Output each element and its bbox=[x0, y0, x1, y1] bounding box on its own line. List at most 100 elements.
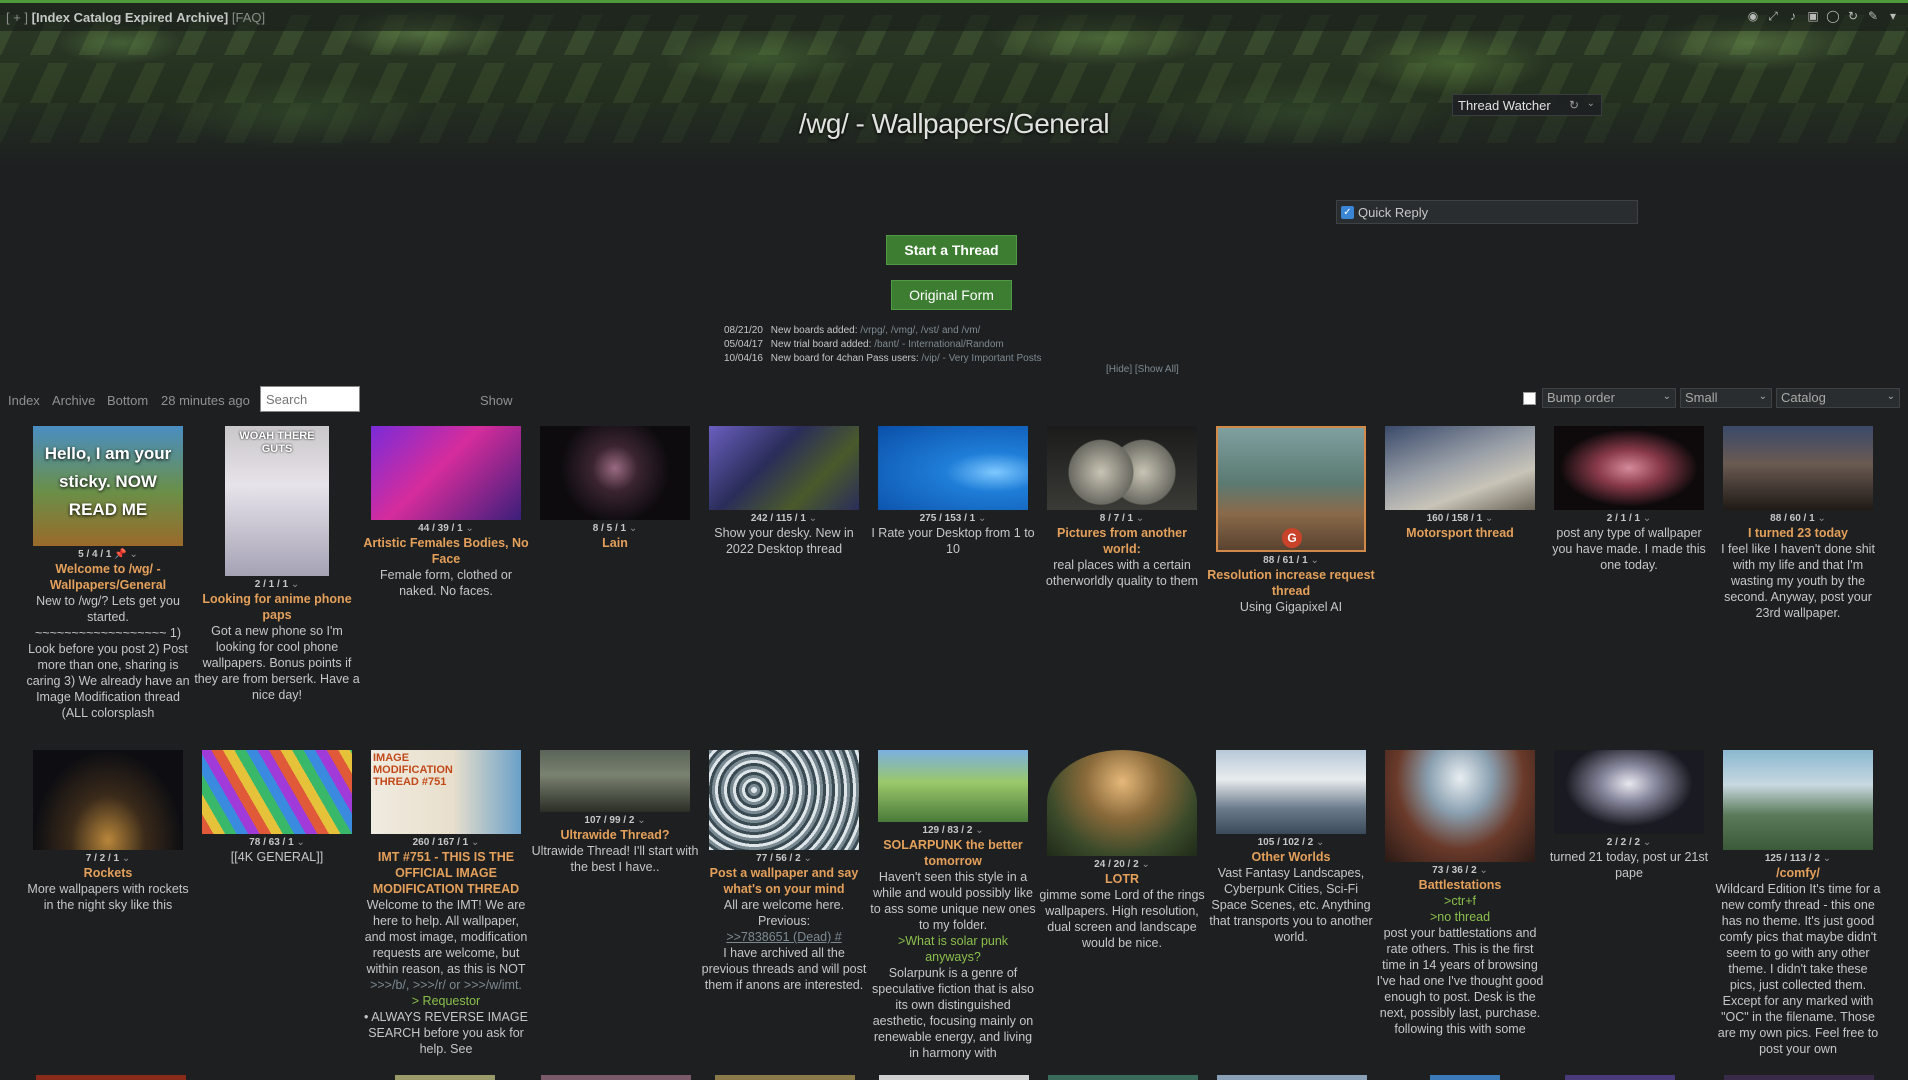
news-links[interactable]: /vip/ - Very Important Posts bbox=[921, 353, 1041, 364]
nav-catalog-link[interactable]: Catalog bbox=[74, 10, 122, 25]
chevron-down-icon[interactable]: ⌄ bbox=[1316, 837, 1324, 848]
thread-thumbnail[interactable] bbox=[1723, 426, 1873, 510]
thread-thumbnail[interactable] bbox=[541, 1075, 691, 1080]
news-links[interactable]: /vrpg/, /vmg/, /vst/ and /vm/ bbox=[860, 325, 980, 336]
news-hide-link[interactable]: [Hide] bbox=[1106, 364, 1132, 375]
search-input[interactable] bbox=[260, 386, 360, 412]
expand-icon[interactable]: ⤢ bbox=[1766, 9, 1780, 23]
chevron-down-icon[interactable]: ⌄ bbox=[291, 579, 299, 590]
thread-thumbnail[interactable] bbox=[1554, 426, 1704, 510]
chevron-down-icon[interactable]: ⌄ bbox=[122, 853, 130, 864]
catalog-thread[interactable]: 88 / 60 / 1 ⌄ I turned 23 today I feel l… bbox=[1714, 426, 1882, 621]
catalog-thread[interactable]: 2 / 1 / 1 ⌄ post any type of wallpaper y… bbox=[1545, 426, 1713, 573]
mute-icon[interactable]: ♪ bbox=[1786, 9, 1800, 23]
catalog-thread[interactable]: WOAH THERE GUTS 2 / 1 / 1 ⌄ Looking for … bbox=[193, 426, 361, 703]
catalog-thread[interactable]: 125 / 113 / 2 ⌄ /comfy/ Wildcard Edition… bbox=[1714, 750, 1882, 1057]
nav-plus[interactable]: [ + ] bbox=[6, 10, 28, 25]
nav-archive-link[interactable]: Archive] bbox=[176, 10, 228, 25]
chevron-down-icon[interactable]: ⌄ bbox=[978, 513, 986, 524]
thread-thumbnail[interactable] bbox=[709, 750, 859, 850]
thread-thumbnail[interactable] bbox=[878, 426, 1028, 510]
thread-thumbnail[interactable] bbox=[1385, 426, 1535, 510]
catalog-thread[interactable]: 160 / 158 / 1 ⌄ Motorsport thread bbox=[1376, 426, 1544, 541]
nav-expired-link[interactable]: Expired bbox=[125, 10, 173, 25]
chevron-down-icon[interactable]: ⌄ bbox=[637, 815, 645, 826]
refresh-icon[interactable]: ↻ bbox=[1846, 9, 1860, 23]
catalog-thread[interactable]: 242 / 115 / 1 ⌄ Show your desky. New in … bbox=[700, 426, 868, 557]
thread-thumbnail[interactable] bbox=[1554, 750, 1704, 834]
image-icon[interactable]: ▣ bbox=[1806, 9, 1820, 23]
chat-icon[interactable]: ◯ bbox=[1826, 9, 1840, 23]
catalog-thread[interactable]: 129 / 83 / 2 ⌄ SOLARPUNK the better tomo… bbox=[869, 750, 1037, 1061]
catalog-thread[interactable]: G 88 / 61 / 1 ⌄ Resolution increase requ… bbox=[1207, 426, 1375, 615]
thread-thumbnail[interactable] bbox=[36, 1075, 186, 1080]
catalog-thread[interactable]: 2 / 2 / 2 ⌄ turned 21 today, post ur 21s… bbox=[1545, 750, 1713, 881]
thread-thumbnail[interactable] bbox=[1048, 1075, 1198, 1080]
nav-faq-link[interactable]: [FAQ] bbox=[232, 10, 265, 25]
image-size-select[interactable]: Small ⌄ bbox=[1680, 388, 1772, 408]
thread-thumbnail[interactable] bbox=[1565, 1075, 1675, 1080]
thread-thumbnail[interactable] bbox=[1723, 750, 1873, 850]
chevron-down-icon[interactable]: ⌄ bbox=[471, 837, 479, 848]
toolbar-checkbox[interactable] bbox=[1523, 391, 1536, 405]
thread-thumbnail[interactable] bbox=[715, 1075, 855, 1080]
toolbar-show-link[interactable]: Show bbox=[480, 393, 513, 408]
chevron-down-icon[interactable]: ⌄ bbox=[1485, 513, 1493, 524]
thread-thumbnail[interactable] bbox=[1047, 426, 1197, 510]
thread-thumbnail[interactable] bbox=[1430, 1075, 1500, 1080]
thread-thumbnail[interactable] bbox=[540, 750, 690, 812]
thread-thumbnail[interactable] bbox=[1216, 750, 1366, 834]
wrench-icon[interactable]: ✎ bbox=[1866, 9, 1880, 23]
chevron-down-icon[interactable]: ⌄ bbox=[129, 549, 137, 560]
chevron-down-icon[interactable]: ⌄ bbox=[1141, 859, 1149, 870]
chevron-down-icon[interactable]: ⌄ bbox=[1643, 837, 1651, 848]
thread-thumbnail[interactable]: IMAGE MODIFICATION THREAD #751 bbox=[371, 750, 521, 834]
quick-reply-toggle[interactable]: ✓ Quick Reply bbox=[1336, 200, 1638, 224]
catalog-thread[interactable]: 107 / 99 / 2 ⌄ Ultrawide Thread? Ultrawi… bbox=[531, 750, 699, 875]
refresh-icon[interactable]: ↻ bbox=[1569, 98, 1579, 112]
catalog-thread[interactable]: IMAGE MODIFICATION THREAD #751 260 / 167… bbox=[362, 750, 530, 1057]
catalog-thread[interactable]: 77 / 56 / 2 ⌄ Post a wallpaper and say w… bbox=[700, 750, 868, 993]
thread-thumbnail[interactable] bbox=[1047, 750, 1197, 856]
toolbar-archive-link[interactable]: Archive bbox=[52, 393, 95, 408]
original-form-button[interactable]: Original Form bbox=[891, 280, 1012, 310]
thread-thumbnail[interactable] bbox=[202, 750, 352, 834]
chevron-down-icon[interactable]: ⌄ bbox=[465, 523, 473, 534]
toolbar-bottom-link[interactable]: Bottom bbox=[107, 393, 148, 408]
chevron-down-icon[interactable]: ⌄ bbox=[1823, 853, 1831, 864]
thread-quote-links[interactable]: >>>/b/, >>>/r/ or >>>/w/imt. bbox=[362, 977, 530, 993]
chevron-down-icon[interactable]: ⌄ bbox=[975, 825, 983, 836]
menu-caret-icon[interactable]: ▾ bbox=[1886, 9, 1900, 23]
catalog-thread[interactable]: Hello, I am your sticky. NOW READ ME 5 /… bbox=[24, 426, 192, 721]
chevron-down-icon[interactable]: ⌄ bbox=[803, 853, 811, 864]
news-links[interactable]: /bant/ - International/Random bbox=[874, 339, 1004, 350]
chevron-down-icon[interactable]: ⌄ bbox=[809, 513, 817, 524]
toolbar-index-link[interactable]: Index bbox=[8, 393, 40, 408]
catalog-thread[interactable]: 44 / 39 / 1 ⌄ Artistic Females Bodies, N… bbox=[362, 426, 530, 599]
chevron-down-icon[interactable]: ⌄ bbox=[1479, 865, 1487, 876]
sort-order-select[interactable]: Bump order ⌄ bbox=[1542, 388, 1676, 408]
thread-thumbnail[interactable]: Hello, I am your sticky. NOW READ ME bbox=[33, 426, 183, 546]
thread-thumbnail[interactable] bbox=[371, 426, 521, 520]
catalog-thread[interactable]: 105 / 102 / 2 ⌄ Other Worlds Vast Fantas… bbox=[1207, 750, 1375, 945]
catalog-thread[interactable]: 24 / 20 / 2 ⌄ LOTR gimme some Lord of th… bbox=[1038, 750, 1206, 951]
thread-thumbnail[interactable] bbox=[1724, 1075, 1874, 1080]
thread-quote-link[interactable]: >>7838651 (Dead) # bbox=[700, 929, 868, 945]
catalog-thread[interactable]: 8 / 7 / 1 ⌄ Pictures from another world:… bbox=[1038, 426, 1206, 589]
view-mode-select[interactable]: Catalog ⌄ bbox=[1776, 388, 1900, 408]
chevron-down-icon[interactable]: ⌄ bbox=[1643, 513, 1651, 524]
thread-thumbnail[interactable] bbox=[395, 1075, 495, 1080]
catalog-thread[interactable]: 78 / 63 / 1 ⌄ [[4K GENERAL]] bbox=[193, 750, 361, 865]
eye-icon[interactable]: ◉ bbox=[1746, 9, 1760, 23]
catalog-thread[interactable]: 275 / 153 / 1 ⌄ I Rate your Desktop from… bbox=[869, 426, 1037, 557]
chevron-down-icon[interactable]: ⌄ bbox=[296, 837, 304, 848]
chevron-down-icon[interactable]: ⌄ bbox=[629, 523, 637, 534]
chevron-down-icon[interactable]: ⌄ bbox=[1587, 98, 1595, 109]
start-thread-button[interactable]: Start a Thread bbox=[886, 235, 1017, 265]
chevron-down-icon[interactable]: ⌄ bbox=[1817, 513, 1825, 524]
news-showall-link[interactable]: [Show All] bbox=[1135, 364, 1179, 375]
thread-thumbnail[interactable] bbox=[540, 426, 690, 520]
thread-thumbnail[interactable] bbox=[879, 1075, 1029, 1080]
chevron-down-icon[interactable]: ⌄ bbox=[1310, 555, 1318, 566]
chevron-down-icon[interactable]: ⌄ bbox=[1136, 513, 1144, 524]
